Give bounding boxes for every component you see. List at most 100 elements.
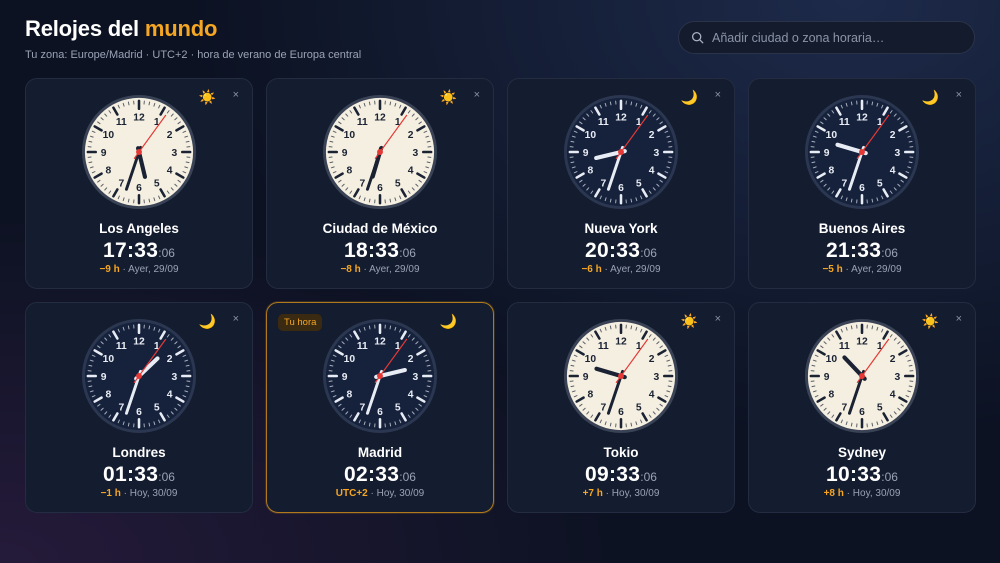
clock-numeral: 5 (154, 178, 160, 189)
clock-card-nueva-york[interactable]: 🌙 × 1 2 3 4 5 6 7 8 9 10 11 12 Nueva York 20:33:06 … (507, 78, 735, 289)
clock-numeral: 11 (839, 117, 850, 128)
clock-tick (630, 325, 633, 330)
clock-tick (570, 161, 575, 164)
remove-clock-button[interactable]: × (233, 314, 239, 325)
clock-card-tokio[interactable]: ☀️ × 1 2 3 4 5 6 7 8 9 10 11 12 Tokio 09:33:06 +7 h… (507, 302, 735, 513)
clock-card-los-angeles[interactable]: ☀️ × 1 2 3 4 5 6 7 8 9 10 11 12 Los Angeles 17:33:0… (25, 78, 253, 289)
clock-numeral: 4 (408, 165, 414, 176)
clock-numeral: 1 (395, 117, 401, 128)
your-time-badge: Tu hora (278, 314, 323, 331)
clock-tick (871, 325, 874, 330)
utc-offset: −8 h (340, 264, 361, 275)
clock-numeral: 10 (103, 354, 115, 365)
clock-tick (389, 422, 392, 427)
clock-numeral: 10 (344, 130, 356, 141)
clock-tick (908, 140, 913, 143)
clock-numeral: 7 (118, 178, 124, 189)
clock-numeral: 7 (118, 402, 124, 413)
day-label: Ayer, 29/09 (851, 264, 902, 275)
utc-offset: −6 h (581, 264, 602, 275)
clock-numeral: 6 (618, 407, 624, 418)
clock-numeral: 3 (172, 372, 178, 383)
clock-tick (368, 325, 371, 330)
analog-clock: 1234567891011 12 (804, 94, 920, 210)
remove-clock-button[interactable]: × (233, 90, 239, 101)
clock-numeral: 5 (877, 402, 883, 413)
clock-numeral: 1 (154, 341, 160, 352)
clock-numeral: 12 (133, 112, 145, 123)
clock-tick (329, 364, 334, 367)
clock-center-pin (377, 373, 383, 379)
remove-clock-button[interactable]: × (474, 90, 480, 101)
clock-tick (426, 364, 431, 367)
time-hours-minutes: 20:33 (585, 239, 641, 262)
clock-numeral: 9 (342, 148, 348, 159)
clock-numeral: 12 (856, 336, 868, 347)
search-input[interactable] (712, 30, 952, 45)
clock-meta: −9 h · Ayer, 29/09 (99, 264, 179, 275)
clock-meta: +8 h · Hoy, 30/09 (823, 488, 901, 499)
title-accent: mundo (144, 16, 218, 41)
clock-tick (368, 198, 371, 203)
clock-meta: +7 h · Hoy, 30/09 (582, 488, 660, 499)
clock-tick (185, 161, 190, 164)
digital-time: 18:33:06 (267, 239, 493, 263)
clock-numeral: 6 (859, 183, 865, 194)
clock-tick (850, 101, 853, 106)
remove-clock-button[interactable]: × (715, 90, 721, 101)
clock-numeral: 2 (890, 130, 896, 141)
clock-numeral: 3 (895, 372, 901, 383)
clock-tick (426, 161, 431, 164)
clock-tick (609, 101, 612, 106)
clock-numeral: 2 (167, 354, 173, 365)
remove-clock-button[interactable]: × (956, 90, 962, 101)
clock-card-sydney[interactable]: ☀️ × 1 2 3 4 5 6 7 8 9 10 11 12 Sydney 10:33:06 +8 … (748, 302, 976, 513)
day-label: Ayer, 29/09 (369, 264, 420, 275)
clock-tick (811, 364, 816, 367)
clock-tick (811, 385, 816, 388)
day-label: Ayer, 29/09 (610, 264, 661, 275)
clock-tick (88, 161, 93, 164)
clock-numeral: 4 (890, 389, 896, 400)
city-name: Madrid (357, 445, 403, 460)
clock-tick (329, 385, 334, 388)
time-seconds: :06 (640, 246, 657, 260)
clock-numeral: 2 (167, 130, 173, 141)
remove-clock-button[interactable]: × (956, 314, 962, 325)
clock-numeral: 5 (636, 178, 642, 189)
utc-offset: −5 h (822, 264, 843, 275)
remove-clock-button[interactable]: × (715, 314, 721, 325)
clock-tick (850, 198, 853, 203)
time-seconds: :06 (640, 470, 657, 484)
page-title: Relojes del mundo (25, 16, 361, 42)
clock-tick (871, 198, 874, 203)
clock-tick (88, 364, 93, 367)
clock-numeral: 12 (615, 112, 627, 123)
clock-numeral: 12 (615, 336, 627, 347)
clock-tick (148, 325, 151, 330)
clock-tick (871, 101, 874, 106)
time-hours-minutes: 09:33 (585, 463, 641, 486)
clock-tick (426, 140, 431, 143)
time-hours-minutes: 02:33 (344, 463, 400, 486)
clock-tick (389, 198, 392, 203)
clock-tick (667, 364, 672, 367)
clock-card-ciudad-de-m-xico[interactable]: ☀️ × 1 2 3 4 5 6 7 8 9 10 11 12 Ciudad de México 18… (266, 78, 494, 289)
clock-numeral: 10 (585, 354, 597, 365)
clock-numeral: 11 (598, 117, 609, 128)
clock-meta: −1 h · Hoy, 30/09 (100, 488, 178, 499)
search-bar[interactable] (678, 21, 975, 54)
time-seconds: :06 (881, 246, 898, 260)
title-main: Relojes del (25, 16, 139, 41)
clock-numeral: 1 (636, 117, 642, 128)
moon-icon: 🌙 (439, 313, 457, 329)
clock-numeral: 5 (395, 402, 401, 413)
clock-card-madrid[interactable]: Tu hora 🌙 1 2 3 4 5 6 7 8 9 10 11 12 Madrid 02:33:0… (266, 302, 494, 513)
city-name: Buenos Aires (818, 221, 906, 236)
clock-card-londres[interactable]: 🌙 × 1 2 3 4 5 6 7 8 9 10 11 12 Londres 01:33:06 −1 … (25, 302, 253, 513)
clock-center-pin (859, 149, 865, 155)
search-icon (691, 31, 704, 44)
clock-numeral: 3 (895, 148, 901, 159)
clock-card-buenos-aires[interactable]: 🌙 × 1 2 3 4 5 6 7 8 9 10 11 12 Buenos Aires 21:33:0… (748, 78, 976, 289)
clock-tick (185, 385, 190, 388)
